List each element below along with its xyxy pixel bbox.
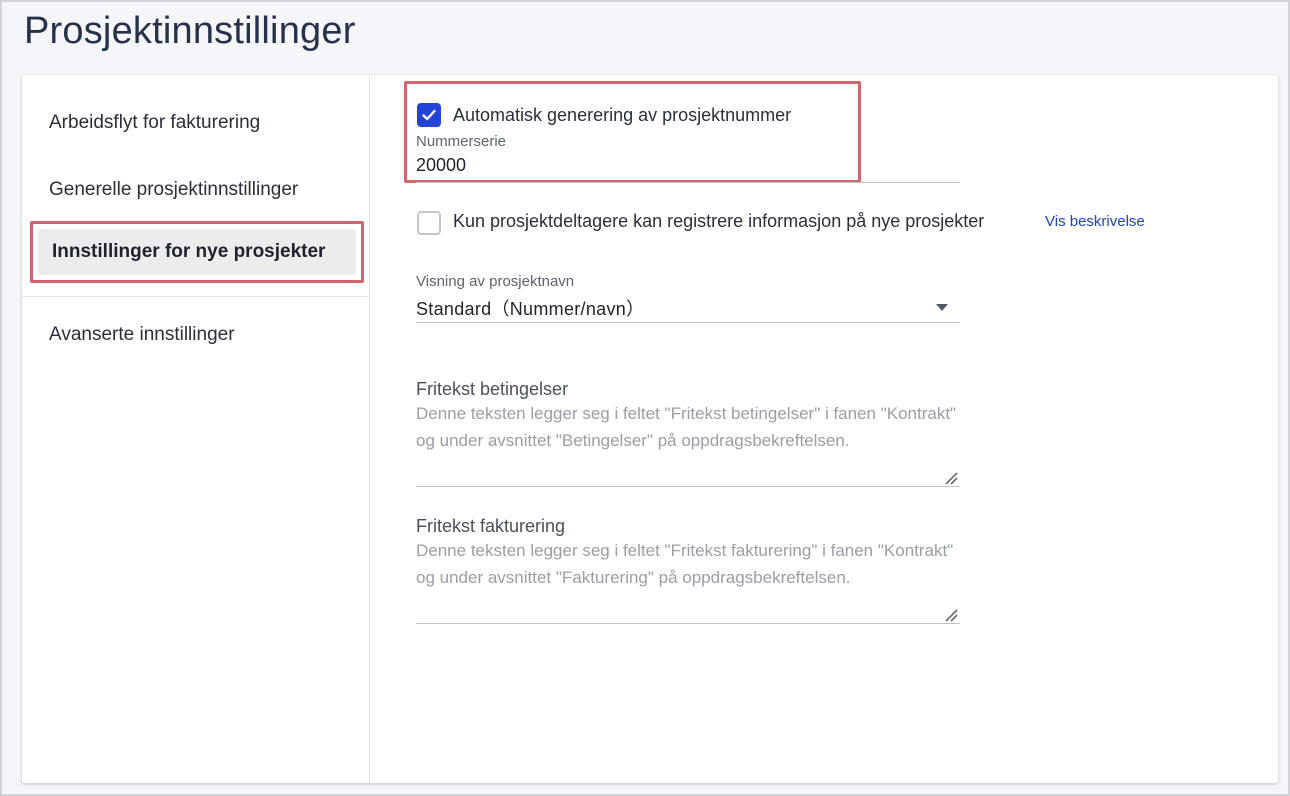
highlight-box-sidebar: Innstillinger for nye prosjekter xyxy=(30,221,364,283)
show-description-link[interactable]: Vis beskrivelse xyxy=(1045,213,1145,230)
auto-number-checkbox[interactable] xyxy=(417,103,441,127)
number-series-underline xyxy=(416,182,960,183)
terms-text-underline xyxy=(416,486,960,487)
sidebar-item-general-settings[interactable]: Generelle prosjektinnstillinger xyxy=(49,179,298,201)
invoice-text-textarea[interactable]: Denne teksten legger seg i feltet "Frite… xyxy=(416,537,960,621)
terms-text-textarea[interactable]: Denne teksten legger seg i feltet "Frite… xyxy=(416,400,960,484)
sidebar-item-advanced-settings[interactable]: Avanserte innstillinger xyxy=(49,324,235,346)
name-display-label: Visning av prosjektnavn xyxy=(416,273,575,290)
sidebar-item-billing-workflow[interactable]: Arbeidsflyt for fakturering xyxy=(49,112,260,134)
sidebar-item-new-project-settings[interactable]: Innstillinger for nye prosjekter xyxy=(38,229,356,275)
invoice-text-label: Fritekst fakturering xyxy=(416,516,566,536)
page-title: Prosjektinnstillinger xyxy=(24,10,356,52)
check-icon xyxy=(422,109,436,121)
participants-only-checkbox[interactable] xyxy=(417,211,441,235)
name-display-select[interactable] xyxy=(416,289,960,323)
auto-number-label: Automatisk generering av prosjektnummer xyxy=(453,105,792,125)
settings-content: Automatisk generering av prosjektnummer … xyxy=(370,75,1278,783)
number-series-label: Nummerserie xyxy=(416,133,507,150)
resize-handle-icon[interactable] xyxy=(944,471,958,485)
sidebar-divider xyxy=(22,296,369,297)
highlight-box-auto-number xyxy=(404,81,861,183)
participants-only-label: Kun prosjektdeltagere kan registrere inf… xyxy=(453,211,985,231)
sidebar: Arbeidsflyt for fakturering Generelle pr… xyxy=(22,75,370,783)
settings-card: Arbeidsflyt for fakturering Generelle pr… xyxy=(22,75,1278,783)
resize-handle-icon[interactable] xyxy=(944,608,958,622)
name-display-underline xyxy=(416,322,960,323)
number-series-input[interactable]: 20000 xyxy=(416,155,466,176)
invoice-text-underline xyxy=(416,623,960,624)
terms-text-label: Fritekst betingelser xyxy=(416,379,569,399)
